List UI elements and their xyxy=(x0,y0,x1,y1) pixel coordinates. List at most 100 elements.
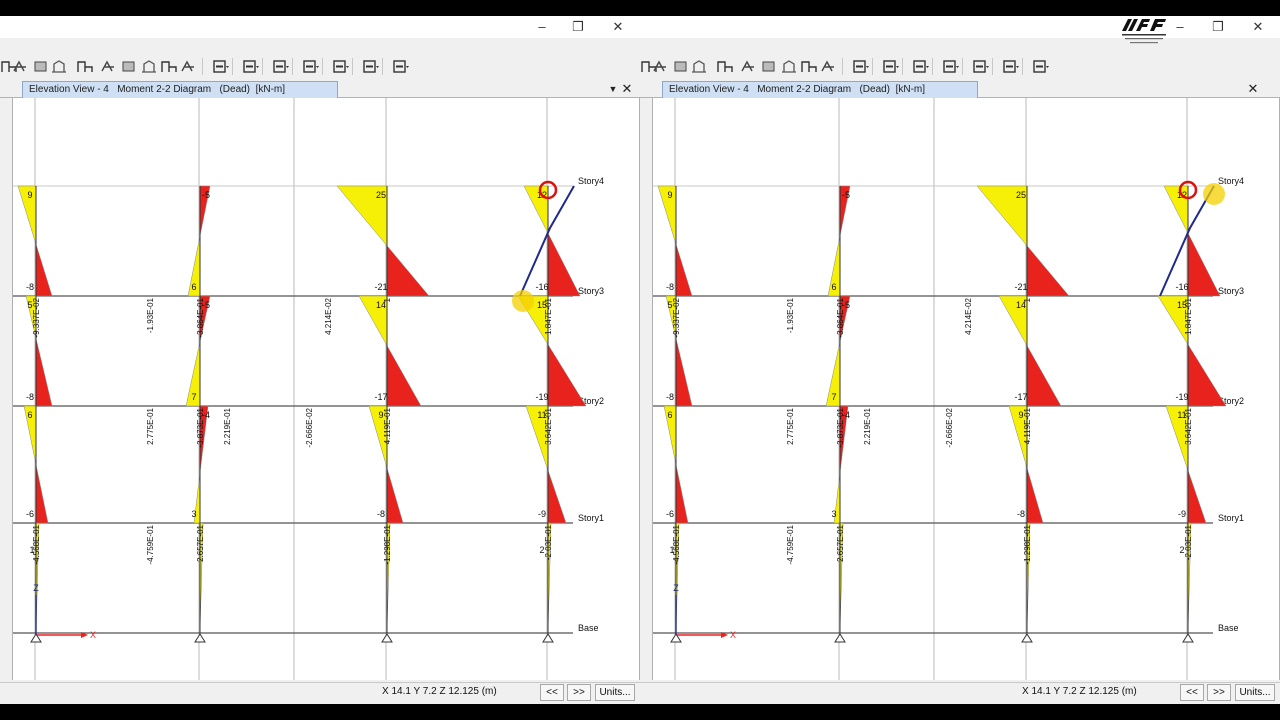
toolbar-separator xyxy=(352,58,353,75)
minimize-icon[interactable]: – xyxy=(1170,18,1190,36)
beam-value: -3.864E-01 xyxy=(836,297,845,337)
moment-value: 9 xyxy=(667,190,672,200)
diagram-canvas[interactable]: Story4 Story3 Story2 Story1 Base 9 -8 -5 6 25 -21 1… xyxy=(652,98,1280,680)
moment-value: -21 xyxy=(1014,282,1027,292)
pin-support xyxy=(194,633,206,643)
area-icon[interactable] xyxy=(760,59,778,74)
toolbar-separator xyxy=(292,58,293,75)
minimize-icon[interactable]: – xyxy=(532,18,552,36)
rectangle-icon[interactable] xyxy=(242,59,260,74)
moment-value: -8 xyxy=(1017,509,1025,519)
moment-value: 7 xyxy=(831,392,836,402)
moment-diagram[interactable]: Story4Story3Story2Story1Base9-8-5625-211… xyxy=(13,98,640,680)
rectangle-icon[interactable] xyxy=(882,59,900,74)
restore-icon[interactable]: ❐ xyxy=(1208,18,1228,36)
moment-diagram[interactable]: Story4Story3Story2Story1Base9-8-5625-211… xyxy=(653,98,1280,680)
story-label: Story4 xyxy=(578,176,604,186)
moment-region-bottom xyxy=(675,464,689,524)
close-icon[interactable]: ✕ xyxy=(608,18,628,36)
moment-region-bottom xyxy=(35,464,49,524)
joint-icon[interactable] xyxy=(740,59,758,74)
tab-menu-icon[interactable]: ▼ xyxy=(606,80,620,98)
beam-icon[interactable] xyxy=(272,59,290,74)
line-icon[interactable] xyxy=(1032,59,1050,74)
beam-value: -2.03E-01 xyxy=(544,524,553,560)
moment-region-bottom xyxy=(386,245,430,297)
section-icon[interactable] xyxy=(1002,59,1020,74)
beam-value: 3.642E-01 xyxy=(544,407,553,444)
moment-value: -8 xyxy=(666,282,674,292)
wall-icon[interactable] xyxy=(140,59,158,74)
beam-value: -3.873E-01 xyxy=(836,407,845,447)
story-label: Story4 xyxy=(1218,176,1244,186)
link-icon[interactable] xyxy=(76,59,94,74)
text-i-icon[interactable] xyxy=(852,59,870,74)
frame-icon[interactable] xyxy=(672,59,690,74)
beam-value: -9.337E-02 xyxy=(32,297,41,337)
moment-value: -19 xyxy=(535,392,548,402)
line-icon[interactable] xyxy=(392,59,410,74)
prev-view-button[interactable]: << xyxy=(540,684,564,701)
diagram-canvas[interactable]: Story4 Story3 Story2 Story1 Base 9 -8 -5 6 25 -21 1… xyxy=(12,98,640,680)
wireframe-icon[interactable] xyxy=(800,59,818,74)
beam-value: -3.864E-01 xyxy=(196,297,205,337)
moment-region-bottom xyxy=(547,233,581,297)
story-label: Base xyxy=(578,623,599,633)
next-view-button[interactable]: >> xyxy=(567,684,591,701)
tab-close-icon[interactable]: ✕ xyxy=(1246,80,1260,98)
moment-value: 6 xyxy=(27,410,32,420)
shell-icon[interactable] xyxy=(50,59,68,74)
moment-value: -9 xyxy=(1178,509,1186,519)
tab-elevation-view[interactable]: Elevation View - 4 Moment 2-2 Diagram (D… xyxy=(22,81,338,98)
brace-icon[interactable] xyxy=(332,59,350,74)
pin-support xyxy=(1182,633,1194,643)
moment-region-bottom xyxy=(1026,344,1062,407)
prev-view-button[interactable]: << xyxy=(1180,684,1204,701)
section-icon[interactable] xyxy=(362,59,380,74)
brace-icon[interactable] xyxy=(972,59,990,74)
extrude-icon[interactable] xyxy=(820,59,838,74)
pointer-icon[interactable] xyxy=(12,59,30,74)
toolbar xyxy=(0,54,640,78)
axis-label-z: Z xyxy=(673,583,679,593)
beam-value: -4.568E-01 xyxy=(672,524,681,564)
toolbar-separator xyxy=(962,58,963,75)
moment-region-bottom xyxy=(1026,245,1070,297)
close-icon[interactable]: ✕ xyxy=(1248,18,1268,36)
area-icon[interactable] xyxy=(120,59,138,74)
extrude-icon[interactable] xyxy=(180,59,198,74)
beam-value: -1.93E-01 xyxy=(786,297,795,333)
tab-elevation-view[interactable]: Elevation View - 4 Moment 2-2 Diagram (D… xyxy=(662,81,978,98)
wall-icon[interactable] xyxy=(780,59,798,74)
beam-value: -1.298E-01 xyxy=(1023,524,1032,564)
beam-value: -2.666E-02 xyxy=(305,407,314,447)
link-icon[interactable] xyxy=(716,59,734,74)
moment-value: -5 xyxy=(202,190,210,200)
shell-icon[interactable] xyxy=(690,59,708,74)
window-titlebar: – ❐ ✕ xyxy=(0,16,640,38)
story-label: Story1 xyxy=(1218,513,1244,523)
next-view-button[interactable]: >> xyxy=(1207,684,1231,701)
beam-value: -4.759E-01 xyxy=(786,524,795,564)
tab-close-icon[interactable]: ✕ xyxy=(620,80,634,98)
beam-icon[interactable] xyxy=(912,59,930,74)
frame-icon[interactable] xyxy=(32,59,50,74)
moment-region-bottom xyxy=(35,338,53,407)
left-window: – ❐ ✕ Elevation View - 4 Moment 2-2 Diag… xyxy=(0,16,640,704)
units-button[interactable]: Units... xyxy=(1235,684,1275,701)
wireframe-icon[interactable] xyxy=(160,59,178,74)
restore-icon[interactable]: ❐ xyxy=(568,18,588,36)
status-bar: X 14.1 Y 7.2 Z 12.125 (m) << >> Units... xyxy=(640,682,1280,702)
beam-value: -3.873E-01 xyxy=(196,407,205,447)
beam-value: -1.298E-01 xyxy=(383,524,392,564)
column-icon[interactable] xyxy=(942,59,960,74)
beam-value: 2.775E-01 xyxy=(146,407,155,444)
beam-value: 4.214E-02 xyxy=(964,297,973,334)
toolbar-separator xyxy=(382,58,383,75)
units-button[interactable]: Units... xyxy=(595,684,635,701)
beam-value: 1 xyxy=(1023,297,1032,302)
pointer-icon[interactable] xyxy=(652,59,670,74)
text-i-icon[interactable] xyxy=(212,59,230,74)
joint-icon[interactable] xyxy=(100,59,118,74)
column-icon[interactable] xyxy=(302,59,320,74)
